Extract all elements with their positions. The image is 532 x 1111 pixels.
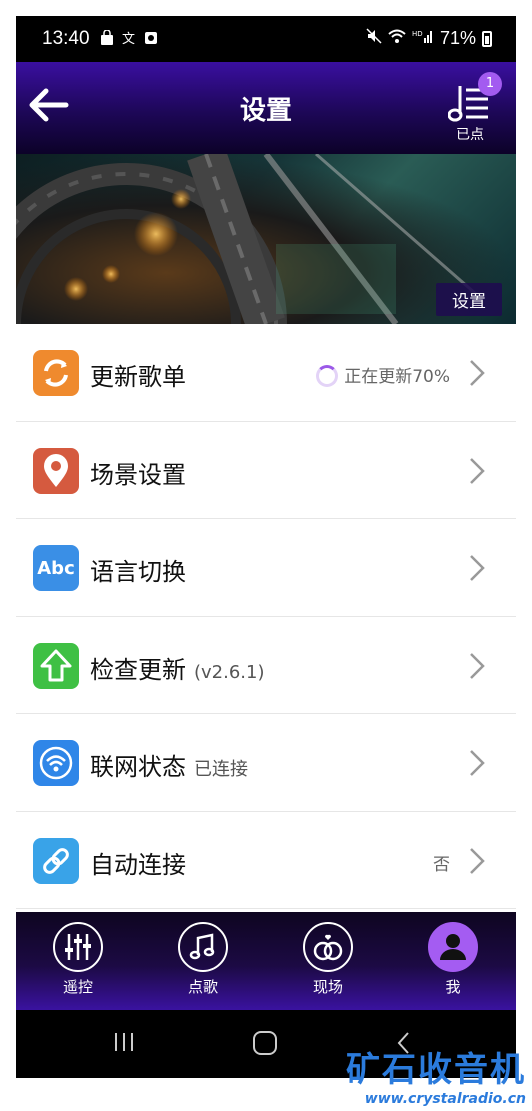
- nav-label: 我: [445, 978, 461, 996]
- settings-item-network-status[interactable]: 联网状态 已连接: [16, 714, 516, 812]
- nav-label: 现场: [312, 978, 343, 996]
- signal-icon: HD: [412, 28, 434, 49]
- chevron-right-icon: [470, 360, 485, 386]
- nav-tab-song-request[interactable]: 点歌: [158, 922, 248, 997]
- rings-heart-icon: [303, 922, 353, 972]
- page-title: 设置: [239, 96, 292, 126]
- recent-apps-icon[interactable]: [112, 1030, 136, 1054]
- watermark-title: 矿石收音机: [346, 1050, 526, 1090]
- settings-list: 更新歌单 正在更新70% 场景设置 Abc 语言切换 检查更新 (v2.6.1): [16, 324, 516, 912]
- chevron-right-icon: [470, 652, 485, 679]
- label-text: 检查更新: [90, 655, 186, 684]
- user-icon: [428, 922, 478, 972]
- chevron-right-icon: [470, 750, 485, 776]
- nav-tab-remote[interactable]: 遥控: [33, 922, 123, 997]
- settings-banner: 设置: [16, 154, 516, 324]
- svg-text:HD: HD: [412, 30, 423, 38]
- label-text: 联网状态: [90, 753, 186, 781]
- chevron-right-icon: [470, 555, 485, 581]
- mute-icon: [366, 28, 382, 49]
- wifi-status-icon: [388, 28, 406, 49]
- settings-item-update-songs[interactable]: 更新歌单 正在更新70%: [16, 324, 516, 422]
- home-icon[interactable]: [252, 1030, 278, 1056]
- settings-item-auto-connect[interactable]: 自动连接 否: [16, 812, 516, 909]
- queue-button[interactable]: 已点 1: [446, 72, 502, 143]
- battery-icon: [482, 30, 492, 47]
- settings-item-check-update[interactable]: 检查更新 (v2.6.1): [16, 617, 516, 714]
- equalizer-icon: [53, 922, 103, 972]
- auto-connect-value: 否: [433, 854, 450, 875]
- refresh-icon: [33, 350, 79, 396]
- status-bar: 13:40 文 HD 71%: [16, 16, 516, 62]
- settings-item-label: 更新歌单: [90, 363, 186, 391]
- shopping-bag-icon: [100, 29, 114, 46]
- settings-item-label: 检查更新 (v2.6.1): [90, 650, 265, 685]
- queue-label: 已点: [456, 127, 484, 143]
- settings-item-scene[interactable]: 场景设置: [16, 422, 516, 519]
- version-text: (v2.6.1): [194, 661, 265, 683]
- banner-tag: 设置: [436, 283, 502, 316]
- chevron-right-icon: [470, 847, 485, 874]
- bottom-nav: 遥控 点歌 现场 我: [16, 912, 516, 1010]
- notification-icons: 文: [100, 29, 158, 47]
- svg-text:文: 文: [122, 32, 135, 46]
- nav-tab-me[interactable]: 我: [408, 922, 498, 997]
- loading-spinner-icon: [316, 365, 339, 387]
- nav-label: 遥控: [62, 978, 93, 996]
- chevron-right-icon: [470, 457, 485, 484]
- abc-language-icon: Abc: [33, 545, 79, 591]
- connection-status-text: 已连接: [194, 759, 248, 780]
- nav-tab-live[interactable]: 现场: [283, 922, 373, 997]
- media-icon: [144, 30, 158, 46]
- progress-text: 正在更新70%: [344, 367, 450, 387]
- location-pin-icon: [33, 447, 79, 494]
- status-time: 13:40: [42, 28, 90, 49]
- upload-arrow-icon: [33, 642, 79, 689]
- phone-screen: 13:40 文 HD 71% 设置 已点 1 设置 更新歌单 正在更新70% 场…: [16, 16, 516, 1078]
- wifi-icon: [33, 740, 79, 786]
- top-bar: 设置 已点 1: [16, 62, 516, 154]
- link-icon: [33, 837, 79, 884]
- watermark: 矿石收音机 www.crystalradio.cn: [346, 1042, 526, 1107]
- settings-item-language[interactable]: Abc 语言切换: [16, 519, 516, 617]
- watermark-url: www.crystalradio.cn: [364, 1091, 526, 1107]
- settings-item-label: 语言切换: [90, 558, 186, 586]
- settings-item-label: 自动连接: [90, 850, 186, 879]
- update-progress-status: 正在更新70%: [316, 362, 450, 387]
- queue-count-badge: 1: [478, 72, 502, 96]
- translate-icon: 文: [122, 30, 136, 47]
- status-right: HD 71%: [366, 28, 492, 49]
- svg-text:Abc: Abc: [37, 558, 75, 579]
- settings-item-label: 场景设置: [90, 460, 186, 489]
- battery-percent: 71%: [439, 28, 476, 48]
- settings-item-label: 联网状态 已连接: [90, 747, 248, 782]
- music-note-icon: [178, 922, 228, 972]
- nav-label: 点歌: [187, 978, 218, 996]
